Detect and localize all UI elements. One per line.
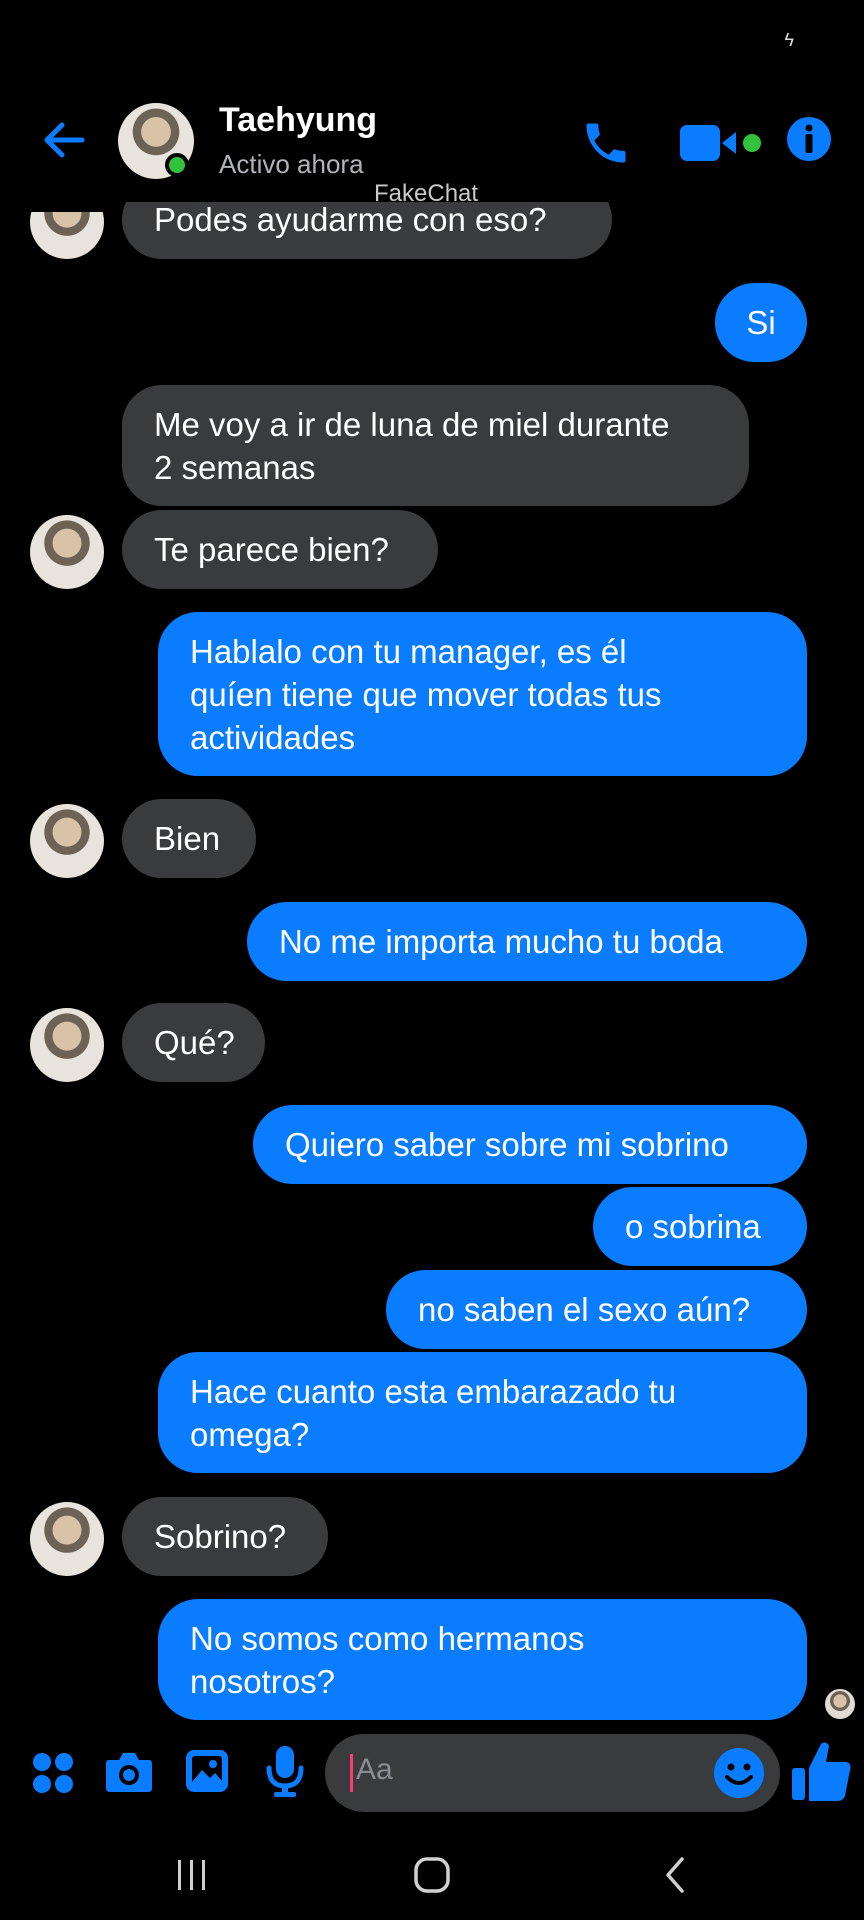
message-outgoing[interactable]: o sobrina [593,1187,807,1266]
message-outgoing[interactable]: Hace cuanto esta embarazado tu omega? [158,1352,807,1473]
message-outgoing[interactable]: No somos como hermanos nosotros? [158,1599,807,1720]
apps-grid-icon[interactable] [30,1750,76,1796]
message-outgoing[interactable]: no saben el sexo aún? [386,1270,807,1349]
message-incoming[interactable]: Podes ayudarme con eso? [122,202,612,259]
chat-header: Taehyung Activo ahora [0,95,864,185]
contact-avatar-small [30,212,104,259]
microphone-icon[interactable] [262,1744,308,1798]
contact-name[interactable]: Taehyung [219,101,377,140]
message-incoming[interactable]: Te parece bien? [122,510,438,589]
message-outgoing[interactable]: Hablalo con tu manager, es él quíen tien… [158,612,807,776]
video-camera-icon[interactable] [678,121,768,165]
message-incoming[interactable]: Sobrino? [122,1497,328,1576]
message-input[interactable] [354,1752,718,1788]
message-outgoing[interactable]: No me importa mucho tu boda [247,902,807,981]
composer [0,1730,864,1820]
contact-avatar-small [30,1502,104,1576]
message-input-box[interactable] [325,1734,780,1812]
home-icon[interactable] [412,1855,452,1895]
emoji-icon[interactable] [712,1746,766,1800]
back-icon[interactable] [660,1855,690,1895]
system-nav-bar [0,1830,864,1920]
gallery-icon[interactable] [184,1748,230,1794]
recent-apps-icon[interactable] [175,1855,209,1895]
phone-icon[interactable] [580,117,632,169]
message-outgoing[interactable]: Si [715,283,807,362]
charging-icon: ϟ [784,30,794,50]
message-outgoing[interactable]: Quiero saber sobre mi sobrino [253,1105,807,1184]
back-arrow-icon[interactable] [38,115,88,165]
contact-avatar-small [30,804,104,878]
status-bar: ϟ [0,0,864,90]
message-incoming[interactable]: Qué? [122,1003,265,1082]
seen-avatar [825,1689,855,1719]
info-icon[interactable] [785,115,833,163]
message-incoming[interactable]: Me voy a ir de luna de miel durante 2 se… [122,385,749,506]
thumbs-up-icon[interactable] [790,1738,854,1804]
contact-avatar-small [30,515,104,589]
camera-icon[interactable] [104,1748,154,1796]
message-incoming[interactable]: Bien [122,799,256,878]
contact-status: Activo ahora [219,149,364,179]
watermark: FakeChat [374,180,479,207]
online-indicator [165,153,189,177]
text-caret [350,1754,353,1792]
contact-avatar-small [30,1008,104,1082]
